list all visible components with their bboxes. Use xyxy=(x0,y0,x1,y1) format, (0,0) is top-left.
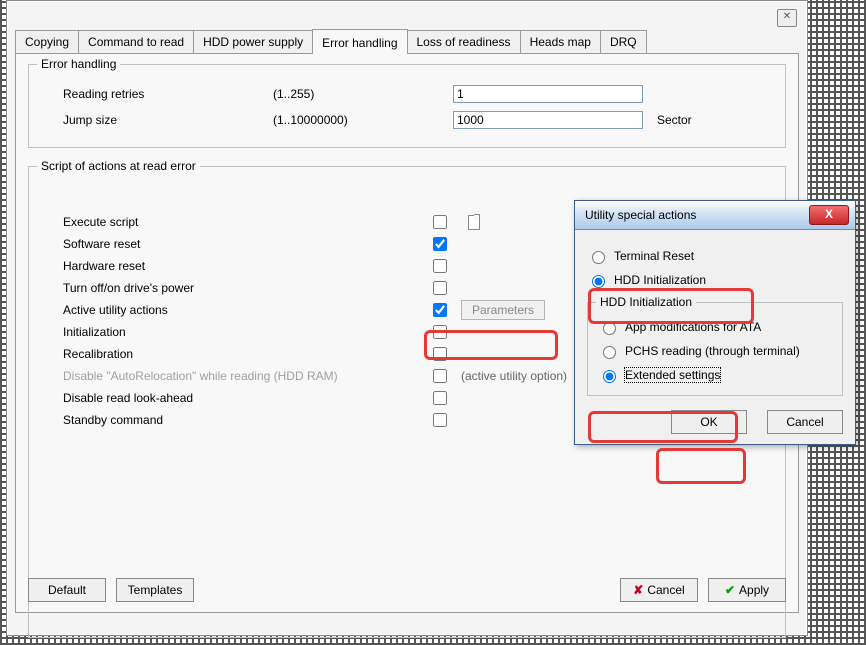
radio-label: App modifications for ATA xyxy=(625,320,761,334)
script-option-label: Disable "AutoRelocation" while reading (… xyxy=(43,369,433,383)
group-error-handling: Error handling Reading retries (1..255) … xyxy=(28,64,786,148)
script-option-checkbox[interactable] xyxy=(433,215,447,229)
script-option-label: Standby command xyxy=(43,413,433,427)
group-title: Script of actions at read error xyxy=(37,159,200,173)
radio-input[interactable] xyxy=(603,346,616,359)
jump-size-unit: Sector xyxy=(643,113,692,127)
radio-label: Extended settings xyxy=(625,368,720,382)
radio-label: HDD Initialization xyxy=(614,273,706,287)
cancel-icon: ✘ xyxy=(633,583,643,597)
script-option-label: Software reset xyxy=(43,237,433,251)
script-option-label: Disable read look-ahead xyxy=(43,391,433,405)
tab-error-handling[interactable]: Error handling xyxy=(312,29,407,54)
dialog-button-bar: Default Templates ✘Cancel ✔Apply xyxy=(28,578,786,602)
jump-size-input[interactable] xyxy=(453,111,643,129)
popup-close-button[interactable]: X xyxy=(809,205,849,225)
tab-drq[interactable]: DRQ xyxy=(600,30,647,53)
tab-hdd-power-supply[interactable]: HDD power supply xyxy=(193,30,313,53)
reading-retries-label: Reading retries xyxy=(43,87,273,101)
ok-button[interactable]: OK xyxy=(671,410,747,434)
apply-icon: ✔ xyxy=(725,583,735,597)
group-title: Error handling xyxy=(37,57,120,71)
group-title: HDD Initialization xyxy=(596,295,696,309)
script-option-checkbox[interactable] xyxy=(433,391,447,405)
script-option-checkbox[interactable] xyxy=(433,413,447,427)
popup-title: Utility special actions xyxy=(585,208,809,222)
tab-bar: CopyingCommand to readHDD power supplyEr… xyxy=(15,29,799,53)
script-option-checkbox[interactable] xyxy=(433,237,447,251)
radio-label: Terminal Reset xyxy=(614,249,694,263)
active-utility-option-label: (active utility option) xyxy=(461,369,567,383)
script-option-label: Hardware reset xyxy=(43,259,433,273)
cancel-button[interactable]: ✘Cancel xyxy=(620,578,698,602)
radio-input[interactable] xyxy=(603,322,616,335)
radio-input[interactable] xyxy=(592,275,605,288)
utility-special-actions-dialog: Utility special actions X Terminal Reset… xyxy=(574,200,856,445)
document-icon[interactable] xyxy=(465,214,481,230)
radio-app-modifications-for-ata[interactable]: App modifications for ATA xyxy=(598,315,832,339)
popup-cancel-button[interactable]: Cancel xyxy=(767,410,843,434)
radio-pchs-reading-through-terminal-[interactable]: PCHS reading (through terminal) xyxy=(598,339,832,363)
radio-label: PCHS reading (through terminal) xyxy=(625,344,800,358)
radio-input[interactable] xyxy=(603,370,616,383)
script-option-checkbox[interactable] xyxy=(433,281,447,295)
tab-heads-map[interactable]: Heads map xyxy=(520,30,601,53)
reading-retries-input[interactable] xyxy=(453,85,643,103)
templates-button[interactable]: Templates xyxy=(116,578,194,602)
popup-titlebar: Utility special actions X xyxy=(575,201,855,230)
radio-input[interactable] xyxy=(592,251,605,264)
reading-retries-hint: (1..255) xyxy=(273,87,453,101)
script-option-label: Execute script xyxy=(43,215,433,229)
default-button[interactable]: Default xyxy=(28,578,106,602)
script-option-label: Initialization xyxy=(43,325,433,339)
window-close-icon[interactable]: ✕ xyxy=(777,9,797,27)
script-option-label: Recalibration xyxy=(43,347,433,361)
parameters-button[interactable]: Parameters xyxy=(461,300,545,320)
script-option-checkbox[interactable] xyxy=(433,369,447,383)
script-option-label: Turn off/on drive's power xyxy=(43,281,433,295)
script-option-checkbox[interactable] xyxy=(433,259,447,273)
jump-size-hint: (1..10000000) xyxy=(273,113,453,127)
script-option-label: Active utility actions xyxy=(43,303,433,317)
radio-extended-settings[interactable]: Extended settings xyxy=(598,363,832,387)
script-option-checkbox[interactable] xyxy=(433,325,447,339)
tab-copying[interactable]: Copying xyxy=(15,30,79,53)
script-option-checkbox[interactable] xyxy=(433,347,447,361)
apply-button[interactable]: ✔Apply xyxy=(708,578,786,602)
tab-command-to-read[interactable]: Command to read xyxy=(78,30,194,53)
jump-size-label: Jump size xyxy=(43,113,273,127)
group-hdd-initialization: HDD Initialization App modifications for… xyxy=(587,302,843,396)
radio-hdd-initialization[interactable]: HDD Initialization xyxy=(587,268,843,292)
tab-loss-of-readiness[interactable]: Loss of readiness xyxy=(407,30,521,53)
script-option-checkbox[interactable] xyxy=(433,303,447,317)
radio-terminal-reset[interactable]: Terminal Reset xyxy=(587,244,843,268)
